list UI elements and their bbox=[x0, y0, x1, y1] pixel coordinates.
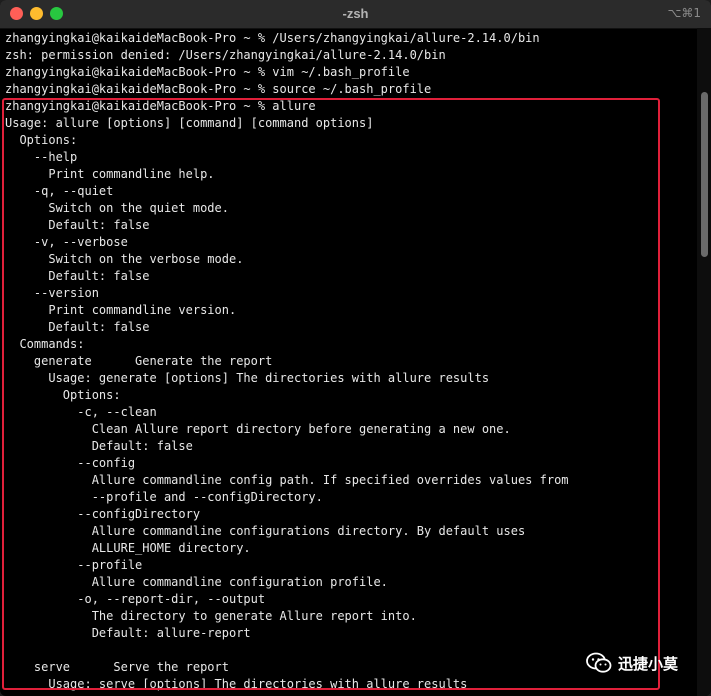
terminal-line: Usage: serve [options] The directories w… bbox=[5, 677, 468, 691]
scrollbar[interactable] bbox=[697, 28, 711, 696]
terminal-line: --version bbox=[5, 286, 99, 300]
terminal-line: --profile bbox=[5, 558, 143, 572]
terminal-line: Switch on the verbose mode. bbox=[5, 252, 244, 266]
terminal-line: Default: false bbox=[5, 269, 150, 283]
terminal-line: ALLURE_HOME directory. bbox=[5, 541, 251, 555]
terminal-line: zhangyingkai@kaikaideMacBook-Pro ~ % vim… bbox=[5, 65, 410, 79]
terminal-line: Default: false bbox=[5, 320, 150, 334]
terminal-line: --configDirectory bbox=[5, 507, 201, 521]
terminal-line: Usage: generate [options] The directorie… bbox=[5, 371, 490, 385]
window-shortcut: ⌥⌘1 bbox=[667, 6, 701, 20]
terminal-line: Switch on the quiet mode. bbox=[5, 201, 229, 215]
terminal-line: Default: false bbox=[5, 218, 150, 232]
scrollbar-thumb[interactable] bbox=[701, 92, 708, 257]
terminal-line: Allure commandline config path. If speci… bbox=[5, 473, 569, 487]
title-bar[interactable]: -zsh ⌥⌘1 bbox=[0, 0, 711, 29]
terminal-line: Allure commandline configuration profile… bbox=[5, 575, 388, 589]
terminal-line: zhangyingkai@kaikaideMacBook-Pro ~ % /Us… bbox=[5, 31, 540, 45]
terminal-line: -c, --clean bbox=[5, 405, 157, 419]
watermark-text: 迅捷小莫 bbox=[618, 654, 679, 673]
terminal-line: zhangyingkai@kaikaideMacBook-Pro ~ % all… bbox=[5, 99, 316, 113]
terminal-line: serve Serve the report bbox=[5, 660, 229, 674]
terminal-line: --help bbox=[5, 150, 78, 164]
terminal-line: Options: bbox=[5, 388, 121, 402]
terminal-line: -o, --report-dir, --output bbox=[5, 592, 266, 606]
terminal-output[interactable]: zhangyingkai@kaikaideMacBook-Pro ~ % /Us… bbox=[5, 30, 685, 696]
terminal-line: Print commandline version. bbox=[5, 303, 237, 317]
terminal-line: generate Generate the report bbox=[5, 354, 273, 368]
terminal-line: -q, --quiet bbox=[5, 184, 114, 198]
terminal-line: Commands: bbox=[5, 337, 85, 351]
terminal-line: Allure commandline configurations direct… bbox=[5, 524, 526, 538]
terminal-line: zhangyingkai@kaikaideMacBook-Pro ~ % sou… bbox=[5, 82, 432, 96]
wechat-icon bbox=[586, 652, 612, 673]
watermark: 迅捷小莫 bbox=[586, 652, 678, 674]
terminal-line: --config bbox=[5, 456, 136, 470]
terminal-line: -v, --verbose bbox=[5, 235, 128, 249]
terminal-line: Print commandline help. bbox=[5, 167, 215, 181]
terminal-line: Default: allure-report bbox=[5, 626, 251, 640]
terminal-line: Default: false bbox=[5, 439, 193, 453]
terminal-line: Clean Allure report directory before gen… bbox=[5, 422, 511, 436]
terminal-line: The directory to generate Allure report … bbox=[5, 609, 417, 623]
terminal-line: Options: bbox=[5, 133, 78, 147]
window-title: -zsh bbox=[342, 6, 369, 21]
terminal-line: Usage: allure [options] [command] [comma… bbox=[5, 116, 374, 130]
terminal-window: -zsh ⌥⌘1 zhangyingkai@kaikaideMacBook-Pr… bbox=[0, 0, 711, 696]
terminal-line: zsh: permission denied: /Users/zhangying… bbox=[5, 48, 446, 62]
terminal-line: --profile and --configDirectory. bbox=[5, 490, 323, 504]
